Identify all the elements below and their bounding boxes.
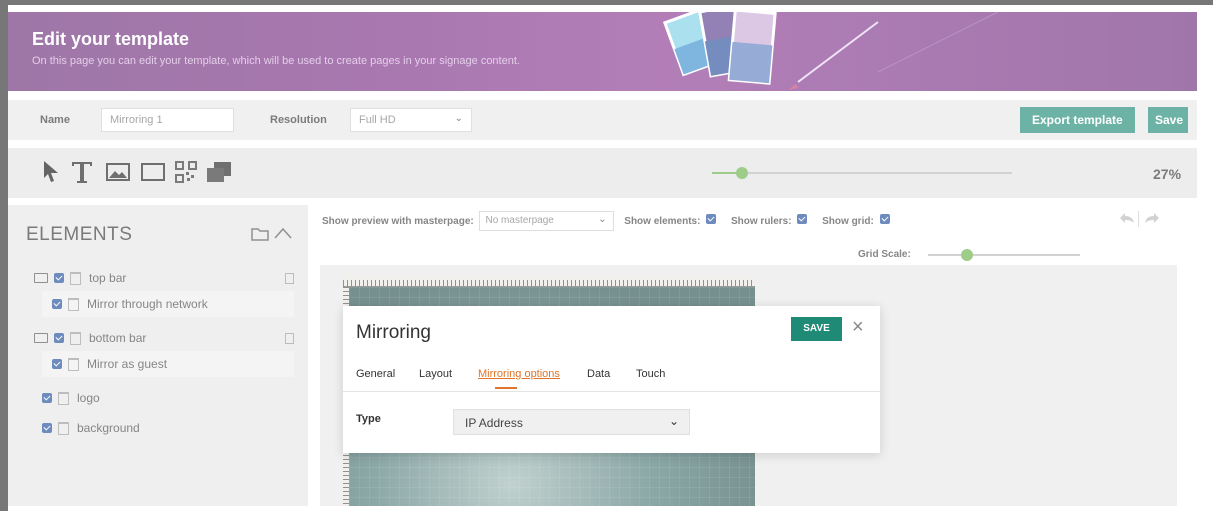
type-select[interactable]: IP Address ⌄ [453, 409, 690, 435]
dialog-save-button[interactable]: SAVE [791, 317, 842, 341]
tab-general[interactable]: General [356, 368, 395, 380]
close-icon[interactable]: × [852, 316, 864, 339]
tab-mirroring-options[interactable]: Mirroring options [478, 368, 560, 380]
tab-layout[interactable]: Layout [419, 368, 452, 380]
type-value: IP Address [465, 416, 523, 430]
dialog-tabs: General Layout Mirroring options Data To… [343, 358, 880, 392]
type-label: Type [356, 413, 381, 425]
chevron-down-icon: ⌄ [668, 414, 679, 428]
active-tab-indicator [495, 387, 517, 389]
mirroring-dialog: Mirroring SAVE × General Layout Mirrorin… [343, 306, 880, 453]
dialog-title: Mirroring [356, 322, 431, 343]
tab-touch[interactable]: Touch [636, 368, 665, 380]
tab-data[interactable]: Data [587, 368, 610, 380]
